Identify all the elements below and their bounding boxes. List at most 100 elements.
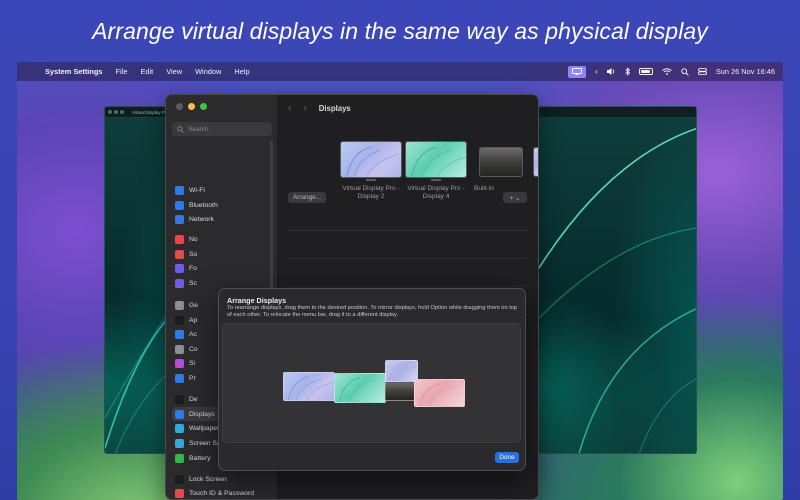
menu-bar: System Settings File Edit View Window He… [17, 62, 783, 81]
display-thumbnail-virtual-4[interactable] [405, 141, 467, 178]
virtual-display-titlebar [539, 107, 696, 118]
control-centre-icon [175, 344, 184, 354]
pane-title: Displays [318, 103, 351, 113]
arranged-display-virtual-4[interactable] [334, 373, 386, 403]
sidebar-item-label: Displays [189, 410, 215, 418]
sidebar-item-label: Sc [189, 279, 197, 287]
close-button[interactable] [176, 103, 183, 110]
marketing-headline: Arrange virtual displays in the same way… [92, 18, 708, 44]
display-thumbnail-virtual-2[interactable] [340, 141, 402, 178]
search-icon[interactable] [681, 66, 689, 78]
sidebar-item-bluetooth[interactable]: Bluetooth [172, 198, 272, 212]
sidebar-item-label: De [189, 395, 198, 403]
gear-icon [175, 300, 184, 310]
battery-icon [175, 453, 184, 463]
sidebar-item-so[interactable]: So [172, 247, 272, 261]
arranged-display-virtual-small[interactable] [385, 360, 418, 382]
sidebar-item-no[interactable]: No [172, 232, 272, 246]
add-display-button[interactable]: + ⌄ [503, 192, 527, 203]
chevron-left-icon[interactable]: ‹ [595, 66, 598, 78]
battery-icon[interactable] [638, 66, 653, 78]
pane-toolbar: ‹ › Displays [278, 95, 538, 121]
search-placeholder: Search [188, 125, 209, 133]
wifi-icon [175, 185, 184, 195]
sidebar-item-lock-screen[interactable]: Lock Screen [172, 472, 272, 486]
wifi-icon[interactable] [662, 66, 672, 78]
desktop-screen: System Settings File Edit View Window He… [17, 62, 783, 500]
sidebar-item-label: Wallpaper [189, 424, 220, 432]
fingerprint-icon [175, 488, 184, 498]
display-mirror-icon[interactable] [568, 65, 587, 78]
window-controls [176, 103, 207, 110]
bluetooth-icon [175, 200, 184, 210]
sound-icon [175, 249, 184, 259]
siri-icon [175, 358, 184, 368]
search-icon [177, 125, 184, 133]
virtual-display-title: Virtual Display Pro [132, 109, 169, 115]
displays-icon [175, 409, 184, 419]
display-arrangement-area[interactable] [222, 323, 521, 443]
globe-icon [175, 214, 184, 224]
sidebar-item-label: Co [189, 345, 198, 353]
zoom-button[interactable] [200, 103, 207, 110]
arrange-displays-dialog: Arrange Displays To rearrange displays, … [218, 288, 526, 471]
sidebar-item-label: Bluetooth [189, 201, 218, 209]
sidebar-item-label: Fo [189, 264, 197, 272]
bluetooth-icon[interactable] [625, 66, 630, 78]
window-controls[interactable] [108, 110, 124, 114]
sidebar-item-label: Battery [189, 454, 211, 462]
screen-time-icon [175, 278, 184, 288]
display-thumbnail-built-in[interactable] [479, 147, 523, 177]
control-center-icon[interactable] [697, 66, 707, 78]
arrange-button[interactable]: Arrange... [288, 192, 327, 203]
dialog-title: Arrange Displays [227, 296, 287, 305]
settings-row [288, 269, 528, 287]
display-thumbnail-extra[interactable] [533, 147, 538, 177]
display-label-virtual-4: Virtual Display Pro - Display 4 [407, 185, 465, 200]
sidebar-item-label: Si [189, 359, 196, 367]
sidebar-item-label: Wi-Fi [189, 186, 205, 194]
menu-help[interactable]: Help [234, 67, 249, 76]
sidebar-search-input[interactable]: Search [172, 122, 272, 136]
settings-row [288, 241, 528, 259]
virtual-display-window-right[interactable] [538, 106, 697, 454]
sidebar-item-touch-id-password[interactable]: Touch ID & Password [172, 486, 272, 499]
minimize-button[interactable] [188, 103, 195, 110]
lock-icon [175, 474, 184, 484]
settings-row [288, 213, 528, 231]
sidebar-item-label: Lock Screen [189, 475, 227, 483]
volume-icon[interactable] [606, 66, 616, 78]
back-chevron-icon[interactable]: ‹ [288, 103, 291, 114]
done-button[interactable]: Done [495, 452, 519, 463]
desktop-dock-icon [175, 394, 184, 404]
sidebar-item-label: Touch ID & Password [189, 489, 254, 497]
forward-chevron-icon[interactable]: › [303, 103, 306, 114]
notifications-icon [175, 234, 184, 244]
display-stand [366, 179, 376, 181]
sidebar-item-label: Network [189, 215, 214, 223]
arranged-display-virtual-pink[interactable] [414, 379, 465, 407]
menu-clock[interactable]: Sun 26 Nov 16:46 [716, 66, 775, 78]
sidebar-item-label: Ge [189, 301, 199, 309]
sidebar-item-label: Ac [189, 330, 197, 338]
focus-icon [175, 263, 184, 273]
menu-app-name[interactable]: System Settings [45, 67, 103, 76]
privacy-icon [175, 373, 184, 383]
sidebar-item-wi-fi[interactable]: Wi-Fi [172, 183, 272, 197]
menu-edit[interactable]: Edit [140, 67, 153, 76]
wallpaper-icon [175, 423, 184, 433]
sidebar-item-label: Pr [189, 374, 196, 382]
sidebar-item-network[interactable]: Network [172, 212, 272, 226]
display-label-virtual-2: Virtual Display Pro - Display 2 [342, 185, 400, 200]
sidebar-item-fo[interactable]: Fo [172, 261, 272, 275]
accessibility-icon [175, 329, 184, 339]
menu-file[interactable]: File [116, 67, 128, 76]
display-stand [431, 179, 441, 181]
sidebar-item-label: So [189, 250, 198, 258]
arranged-display-virtual-2[interactable] [283, 372, 335, 401]
menu-view[interactable]: View [166, 67, 182, 76]
appearance-icon [175, 315, 184, 325]
menu-window[interactable]: Window [195, 67, 221, 76]
virtual-display-content [539, 118, 696, 453]
screen-saver-icon [175, 438, 184, 448]
